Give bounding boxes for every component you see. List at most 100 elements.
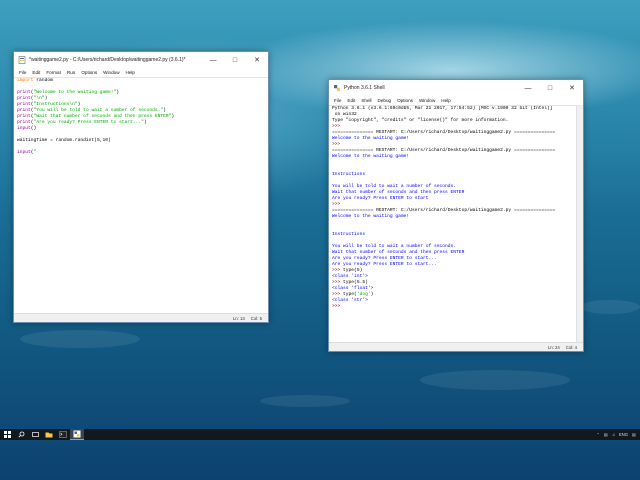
menu-shell[interactable]: Shell [361,98,371,103]
menu-help[interactable]: Help [441,98,450,103]
code-token: =============== RESTART: C:/Users/richar… [332,130,556,135]
menu-options[interactable]: Options [81,70,97,75]
code-token: You will be told to wait a number of sec… [332,184,457,189]
code-token: ) [44,96,48,101]
code-token: 'dog' [356,292,371,297]
code-token: Welcome to the waiting game! [332,136,410,141]
file-explorer-button[interactable] [42,429,56,440]
editor-window[interactable]: *waitinggame2.py - C:/Users/richard/Desk… [13,51,269,323]
menu-help[interactable]: Help [126,70,135,75]
code-token: >>> [332,280,344,285]
code-token: >>> [332,304,344,309]
code-line: input(" [17,150,268,156]
code-token: ) [171,114,175,119]
code-token: <class 'float'> [332,286,374,291]
code-token: print [17,96,31,101]
shell-titlebar[interactable]: Python 3.6.1 Shell — □ ✕ [329,80,583,96]
code-token: ) [370,292,374,297]
task-view-button[interactable] [28,429,42,440]
code-token: Type "copyright", "credits" or "license(… [332,118,509,123]
windows-start-icon [3,431,11,438]
shell-line: Python 3.6.1 (v3.6.1:69c0db5, Mar 21 201… [332,106,576,112]
editor-title: *waitinggame2.py - C:/Users/richard/Desk… [29,57,186,63]
menu-debug[interactable]: Debug [378,98,392,103]
menu-options[interactable]: Options [397,98,413,103]
line-number: Ln: 24 [547,344,560,350]
maximize-button[interactable]: □ [224,52,246,68]
search-button[interactable] [14,429,28,440]
taskbar: ⌃ ▤ ♫ ENG ▤ [0,429,640,440]
network-icon[interactable]: ▤ [604,432,608,437]
code-token: print [17,114,31,119]
terminal-button[interactable] [56,429,70,440]
code-token: Are you ready? Press ENTER to start... [332,256,437,261]
menu-window[interactable]: Window [419,98,435,103]
minimize-button[interactable]: — [202,52,224,68]
folder-icon [45,432,53,438]
shell-statusbar: Ln: 24 Col: 4 [329,342,583,351]
code-token: "Are you ready? Press ENTER to start..." [33,120,144,125]
code-token: >>> [332,202,344,207]
shell-line: >>> [332,304,576,310]
editor-menubar: File Edit Format Run Options Window Help [14,68,268,78]
minimize-button[interactable]: — [517,80,539,96]
code-token: type( [343,292,357,297]
code-token: Wait that number of seconds and then pre… [332,250,465,255]
code-token: random [33,78,53,83]
menu-file[interactable]: File [19,70,26,75]
code-token: Welcome to the waiting game! [332,154,410,159]
code-token: print [17,120,31,125]
code-token: You will be told to wait a number of sec… [332,244,457,249]
code-token: "Instructions\n" [33,102,78,107]
code-token: print [17,102,31,107]
maximize-button[interactable]: □ [539,80,561,96]
notification-icon[interactable]: ▤ [632,432,636,437]
code-token: <class 'int'> [332,274,368,279]
code-editor-area[interactable]: import random print("Welcome to the wait… [14,78,268,313]
code-token: >>> [332,268,344,273]
python-icon [334,85,340,91]
code-token: waitingTime = random.randint(5,10) [17,138,111,143]
editor-titlebar[interactable]: *waitinggame2.py - C:/Users/richard/Desk… [14,52,268,68]
shell-output-area[interactable]: Python 3.6.1 (v3.6.1:69c0db5, Mar 21 201… [329,106,576,342]
menu-run[interactable]: Run [67,70,75,75]
code-token: >>> [332,124,344,129]
menu-edit[interactable]: Edit [347,98,355,103]
code-token: "You will be told to wait a number of se… [33,108,164,113]
code-token: import [17,78,34,83]
chevron-up-icon[interactable]: ⌃ [596,432,600,437]
code-token: input [17,126,31,131]
menu-file[interactable]: File [334,98,341,103]
code-token: " [33,150,37,155]
close-button[interactable]: ✕ [246,52,268,68]
editor-statusbar: Ln: 13 Col: 5 [14,313,268,322]
shell-menubar: File Edit Shell Debug Options Window Hel… [329,96,583,106]
menu-window[interactable]: Window [103,70,119,75]
code-token: >>> [332,142,344,147]
code-token: <class 'str'> [332,298,368,303]
code-token: =============== RESTART: C:/Users/richar… [332,208,556,213]
code-token: >>> [332,292,344,297]
menu-format[interactable]: Format [46,70,61,75]
volume-icon[interactable]: ♫ [612,432,615,437]
code-token: print [17,108,31,113]
code-token: ) [143,120,147,125]
column-number: Col: 5 [250,315,262,321]
terminal-icon [59,431,67,438]
menu-edit[interactable]: Edit [32,70,40,75]
code-token: Are you ready? Press ENTER to start... [332,262,437,267]
system-tray: ⌃ ▤ ♫ ENG ▤ [592,429,636,440]
python-file-icon [18,56,26,64]
shell-scrollbar[interactable] [576,106,583,342]
start-button[interactable] [0,429,14,440]
shell-window[interactable]: Python 3.6.1 Shell — □ ✕ File Edit Shell… [328,79,584,352]
code-token: ) [116,90,120,95]
code-token: type(5.5) [343,280,368,285]
idle-icon [73,430,81,438]
code-token: "Welcome to the waiting game!" [33,90,117,95]
language-indicator[interactable]: ENG [619,432,628,437]
idle-taskbar-button[interactable] [70,429,84,440]
close-button[interactable]: ✕ [561,80,583,96]
code-token: Are you ready? Press ENTER to start [332,196,429,201]
code-token: Wait that number of seconds and then pre… [332,190,465,195]
